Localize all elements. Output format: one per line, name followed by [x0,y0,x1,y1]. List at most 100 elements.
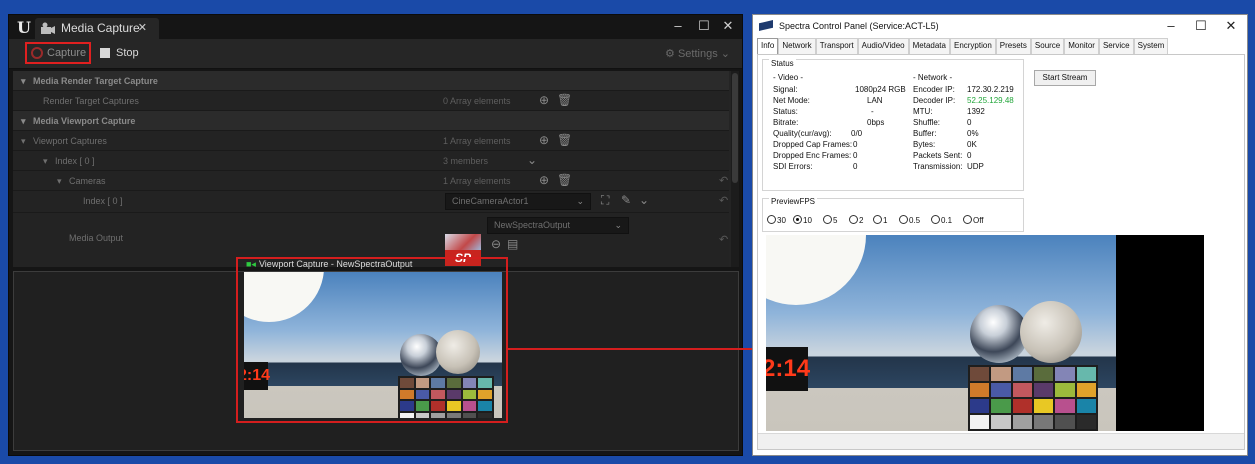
reset-arrow-icon[interactable]: ↶ [719,174,728,187]
reset-arrow-icon[interactable]: ↶ [719,233,728,246]
capture-button[interactable]: Capture [25,42,91,64]
tab-metadata[interactable]: Metadata [908,38,950,54]
status-legend: Status [769,59,796,68]
media-capture-tab[interactable]: Media Capture ✕ [35,18,159,39]
maximize-icon[interactable]: ☐ [1191,18,1211,34]
collapse-arrow-icon[interactable]: ▾ [21,76,26,87]
trash-icon[interactable]: 🗑 [557,133,572,147]
chevron-down-icon[interactable]: ⌄ [527,153,537,167]
tab-encryption[interactable]: Encryption [949,38,996,54]
expand-arrow-icon[interactable]: ▾ [57,176,62,187]
camera-actor-value: CineCameraActor1 [452,196,529,206]
media-output-dropdown[interactable]: NewSpectraOutput ⌄ [487,217,629,234]
scene-clock: 2:14 [244,362,270,390]
preview-fps-group: PreviewFPS 30 10 5 2 1 0.5 0.1 Off [762,197,1024,232]
expand-arrow-icon[interactable]: ▾ [21,136,26,147]
browse-icon[interactable]: ⛶ [601,193,609,208]
close-tab-icon[interactable]: ✕ [138,18,147,39]
add-element-icon[interactable]: ⊕ [539,133,549,147]
transmission-value: UDP [967,162,984,171]
category-viewport[interactable]: ▾ Media Viewport Capture [13,111,729,131]
browse-folder-icon[interactable]: ▤ [507,237,518,251]
collapse-arrow-icon[interactable]: ▾ [21,116,26,127]
fps-radio-off[interactable]: Off [963,215,984,225]
chevron-down-icon: ⌄ [614,220,622,230]
tab-info[interactable]: Info [757,38,779,54]
chevron-down-icon[interactable]: ⌄ [639,193,649,207]
scrollbar-thumb[interactable] [732,73,738,183]
reset-arrow-icon[interactable]: ↶ [719,194,728,207]
close-window-icon[interactable]: ✕ [717,18,739,34]
spectra-tab-bar: Info Network Transport Audio/Video Metad… [757,38,1169,54]
add-element-icon[interactable]: ⊕ [539,173,549,187]
status-label: Status: [773,107,798,116]
capture-button-label: Capture [47,47,87,59]
fps-radio-0-1[interactable]: 0.1 [931,215,952,225]
dropped-cap-frames-label: Dropped Cap Frames: [773,140,853,149]
spectra-preview-image: 2:14 [766,235,1116,431]
trash-icon[interactable]: 🗑 [557,173,572,187]
media-output-value: NewSpectraOutput [494,220,571,230]
maximize-icon[interactable]: ☐ [693,18,715,34]
dropped-enc-frames-label: Dropped Enc Frames: [773,151,852,160]
viewport-capture-image: 2:14 [244,272,502,418]
fps-radio-5[interactable]: 5 [823,215,837,225]
tab-source[interactable]: Source [1030,38,1065,54]
decoder-ip-label: Decoder IP: [913,96,956,105]
close-window-icon[interactable]: ✕ [1221,18,1241,34]
buffer-label: Buffer: [913,129,937,138]
use-selected-icon[interactable]: ⊖ [491,237,501,251]
start-stream-button[interactable]: Start Stream [1034,70,1096,86]
mtu-value: 1392 [967,107,985,116]
settings-label: Settings [677,48,718,60]
fps-option-label: 0.5 [909,216,921,225]
network-header: - Network - [913,73,953,82]
bytes-label: Bytes: [913,140,936,149]
add-element-icon[interactable]: ⊕ [539,93,549,107]
radio-circle-icon [899,215,908,224]
net-mode-label: Net Mode: [773,96,810,105]
tab-transport[interactable]: Transport [815,38,858,54]
sdi-errors-value: 0 [853,162,858,171]
mtu-label: MTU: [913,107,933,116]
tab-network[interactable]: Network [778,38,816,54]
minimize-icon[interactable]: – [1161,18,1181,33]
trash-icon[interactable]: 🗑 [557,93,572,107]
property-row-cameras: ▾ Cameras 1 Array elements ⊕ 🗑 ↶ [13,171,729,191]
property-value: 1 Array elements [443,136,511,146]
dropped-cap-frames-value: 0 [853,140,858,149]
expand-arrow-icon[interactable]: ▾ [43,156,48,167]
stop-button[interactable]: Stop [98,43,139,63]
camera-actor-dropdown[interactable]: CineCameraActor1 ⌄ [445,193,591,210]
details-scrollbar[interactable] [731,71,739,267]
fps-radio-30[interactable]: 30 [767,215,786,225]
tab-audio-video[interactable]: Audio/Video [857,38,909,54]
fps-option-label: 1 [883,216,888,225]
tab-service[interactable]: Service [1098,38,1134,54]
tab-system[interactable]: System [1133,38,1169,54]
spectra-titlebar: Spectra Control Panel (Service:ACT-L5) –… [753,15,1247,37]
quality-value: 0/0 [851,129,863,138]
ue-titlebar: U Media Capture ✕ – ☐ ✕ [9,15,742,39]
arrow-connector [508,348,754,350]
scene-sun [244,272,324,322]
fps-radio-2[interactable]: 2 [849,215,863,225]
category-render-target[interactable]: ▾ Media Render Target Capture [13,71,729,91]
bitrate-value: 0bps [867,118,885,127]
tab-monitor[interactable]: Monitor [1064,38,1099,54]
fps-radio-0-5[interactable]: 0.5 [899,215,920,225]
shuffle-label: Shuffle: [913,118,940,127]
settings-button[interactable]: ⚙ Settings ⌄ [665,47,730,60]
property-row-render-target-captures: Render Target Captures 0 Array elements … [13,91,729,111]
fps-option-label: 0.1 [941,216,953,225]
fps-option-label: Off [973,216,984,225]
tab-presets[interactable]: Presets [995,38,1031,54]
details-panel: ▾ Media Render Target Capture Render Tar… [13,71,739,267]
fps-radio-10[interactable]: 10 [793,215,812,225]
bytes-value: 0K [967,140,977,149]
pick-actor-icon[interactable]: ✎ [621,193,631,207]
fps-radio-1[interactable]: 1 [873,215,887,225]
property-label: Index [ 0 ] [55,156,95,166]
minimize-icon[interactable]: – [667,18,689,33]
radio-circle-icon [963,215,972,224]
